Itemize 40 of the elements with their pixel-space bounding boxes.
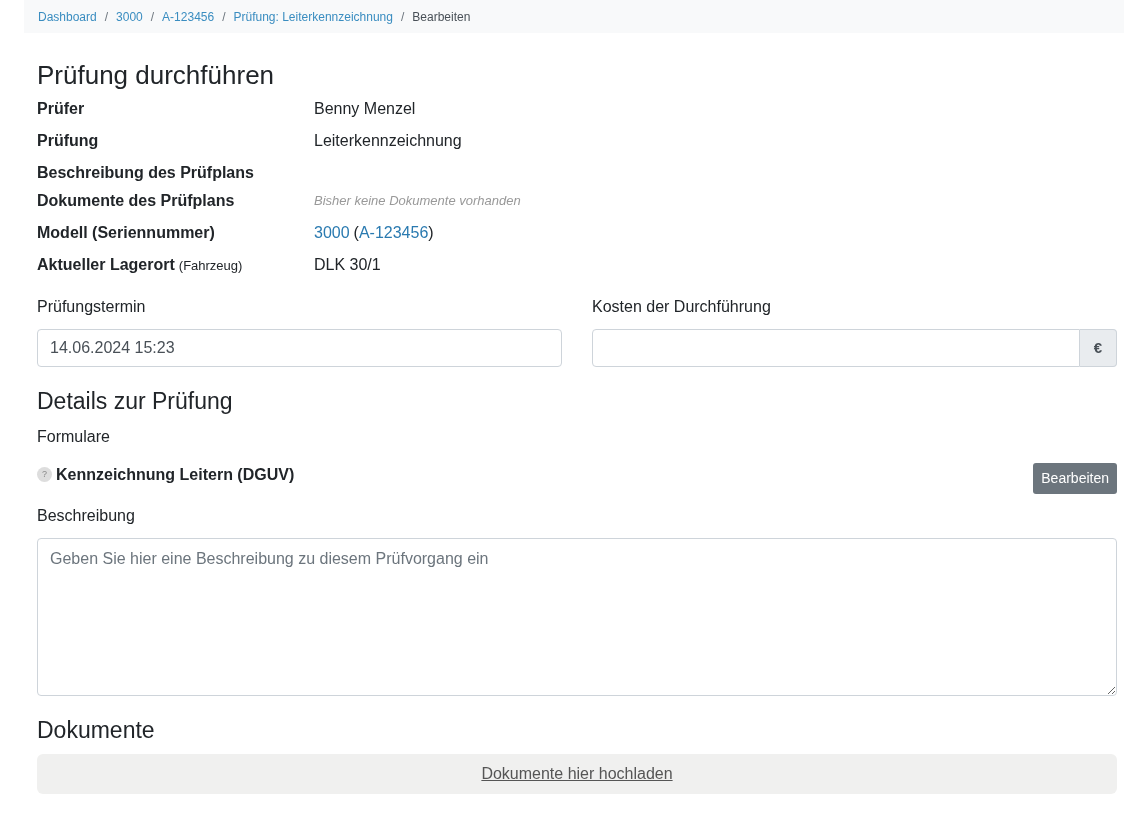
section-heading: Dokumente (37, 716, 156, 744)
info-value: Leiterkennzeichnung (314, 131, 462, 151)
parenthesis: ( (353, 223, 359, 243)
breadcrumb-separator: / (103, 8, 110, 26)
help-badge: ? (37, 467, 52, 482)
info-value: DLK 30/1 (314, 255, 381, 275)
info-value: Bisher keine Dokumente vorhanden (314, 192, 521, 211)
field-label: Prüfungstermin (37, 297, 147, 317)
info-label: Dokumente des Prüfplans (37, 191, 235, 211)
breadcrumb-current: Bearbeiten (412, 8, 471, 26)
info-value: Benny Menzel (314, 99, 416, 119)
section-heading: Details zur Prüfung (37, 387, 234, 415)
form-name: Kennzeichnung Leitern (DGUV) (56, 464, 295, 485)
upload-link[interactable]: Dokumente hier hochladen (481, 762, 673, 786)
cost-field[interactable] (592, 329, 1080, 367)
field-label: Beschreibung (37, 506, 136, 526)
upload-area[interactable]: Dokumente hier hochladen (37, 754, 1117, 794)
date-field[interactable]: 14.06.2024 15:23 (37, 329, 562, 367)
currency-addon: € (1080, 329, 1117, 367)
model-link[interactable]: 3000 (314, 221, 350, 245)
field-label: Kosten der Durchführung (592, 297, 772, 317)
breadcrumb-separator: / (149, 8, 156, 26)
forms-label: Formulare (37, 427, 111, 447)
info-label: Modell (Seriennummer) (37, 223, 215, 243)
page-title: Prüfung durchführen (37, 59, 276, 91)
breadcrumb-link[interactable]: 3000 (116, 7, 143, 26)
breadcrumb-separator: / (221, 8, 227, 26)
description-field[interactable]: Geben Sie hier eine Beschreibung zu diesem Prüfvorgang ein (37, 538, 1117, 696)
info-label: Prüfer (37, 99, 85, 119)
serial-link[interactable]: A-123456 (358, 221, 429, 245)
info-label: Beschreibung des Prüfplans (37, 163, 254, 183)
breadcrumb-link[interactable]: A-123456 (162, 7, 215, 26)
breadcrumb-separator: / (399, 8, 406, 26)
edit-button[interactable]: Bearbeiten (1033, 463, 1117, 494)
breadcrumb-link[interactable]: Dashboard (38, 7, 97, 26)
info-label: Aktueller Lagerort (37, 255, 175, 275)
breadcrumb-link[interactable]: Prüfung: Leiterkennzeichnung (233, 7, 393, 26)
info-note: (Fahrzeug) (178, 257, 243, 275)
info-label: Prüfung (37, 131, 99, 151)
parenthesis: ) (428, 223, 434, 243)
